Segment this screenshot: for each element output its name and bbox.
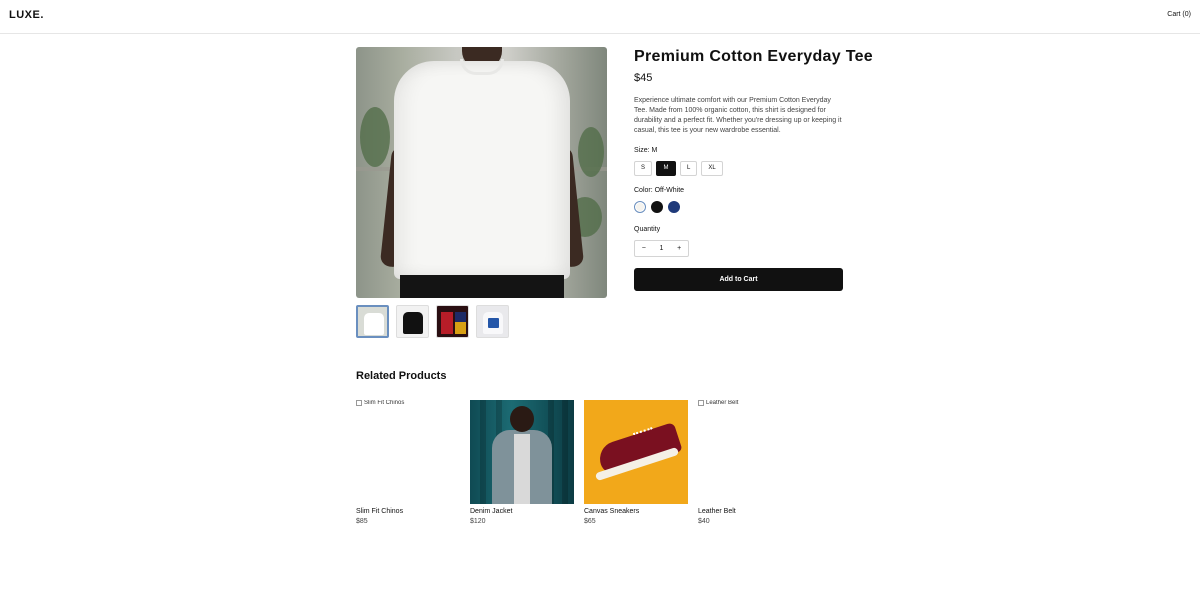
add-to-cart-button[interactable]: Add to Cart (634, 268, 843, 291)
thumbnail-printed-tee[interactable] (476, 305, 509, 338)
related-product-image[interactable] (584, 400, 688, 504)
related-product-name[interactable]: Leather Belt (698, 508, 736, 515)
color-swatch-off-white[interactable] (634, 201, 646, 213)
image-alt-text: Slim Fit Chinos (364, 400, 405, 406)
related-product-card[interactable]: Slim Fit Chinos Slim Fit Chinos $85 (356, 400, 460, 530)
image-alt-text: Leather Belt (706, 400, 739, 406)
related-product-card[interactable]: Canvas Sneakers $65 (584, 400, 688, 530)
thumbnail-white-tee[interactable] (356, 305, 389, 338)
size-label: Size: M (634, 147, 658, 154)
related-products-grid: Slim Fit Chinos Slim Fit Chinos $85 Deni… (356, 400, 802, 530)
quantity-value[interactable]: 1 (653, 241, 671, 256)
color-swatch-black[interactable] (651, 201, 663, 213)
size-option-s[interactable]: S (634, 161, 653, 176)
model-pants (400, 275, 564, 298)
cart-link[interactable]: Cart (0) (1167, 11, 1191, 18)
size-option-m[interactable]: M (656, 161, 677, 176)
background-stripe (480, 400, 486, 504)
related-product-card[interactable]: Denim Jacket $120 (470, 400, 574, 530)
product-description: Experience ultimate comfort with our Pre… (634, 97, 842, 134)
decrement-button[interactable]: − (635, 241, 653, 256)
tee-shape (364, 313, 384, 335)
thumbnail-black-tee[interactable] (396, 305, 429, 338)
background-stripe (562, 400, 568, 504)
quantity-label: Quantity (634, 226, 661, 233)
white-tee (394, 61, 570, 279)
broken-image-icon (698, 400, 704, 406)
product-title: Premium Cotton Everyday Tee (634, 48, 873, 65)
size-option-l[interactable]: L (680, 161, 698, 176)
quantity-stepper: − 1 + (634, 240, 689, 257)
broken-image-alt: Slim Fit Chinos (356, 400, 460, 406)
related-product-card[interactable]: Leather Belt Leather Belt $40 (698, 400, 802, 530)
background-plant (360, 107, 390, 167)
tee-print (488, 318, 499, 328)
size-option-xl[interactable]: XL (701, 161, 723, 176)
color-block-red (441, 312, 453, 334)
logo[interactable]: LUXE. (9, 9, 44, 21)
related-product-name[interactable]: Slim Fit Chinos (356, 508, 403, 515)
broken-image-alt: Leather Belt (698, 400, 802, 406)
related-product-name[interactable]: Denim Jacket (470, 508, 512, 515)
related-products-title: Related Products (356, 370, 447, 382)
broken-image-icon (356, 400, 362, 406)
related-product-image[interactable]: Slim Fit Chinos (356, 400, 460, 504)
color-block-yellow (455, 322, 466, 334)
tee-shape (403, 312, 423, 334)
main-product-image (356, 47, 607, 298)
related-product-price: $65 (584, 518, 596, 525)
color-selector (634, 201, 680, 213)
color-swatch-navy[interactable] (668, 201, 680, 213)
product-price: $45 (634, 72, 653, 84)
site-header: LUXE. Cart (0) (0, 0, 1200, 34)
size-selector: S M L XL (634, 161, 723, 176)
related-product-image[interactable]: Leather Belt (698, 400, 802, 504)
color-label: Color: Off-White (634, 187, 685, 194)
increment-button[interactable]: + (670, 241, 688, 256)
model-head (510, 406, 534, 432)
thumbnail-color-blocks[interactable] (436, 305, 469, 338)
related-product-price: $85 (356, 518, 368, 525)
thumbnail-strip (356, 305, 509, 338)
inner-shirt (514, 434, 530, 504)
related-product-name[interactable]: Canvas Sneakers (584, 508, 639, 515)
related-product-image[interactable] (470, 400, 574, 504)
related-product-price: $40 (698, 518, 710, 525)
related-product-price: $120 (470, 518, 486, 525)
background-plant (578, 127, 604, 177)
